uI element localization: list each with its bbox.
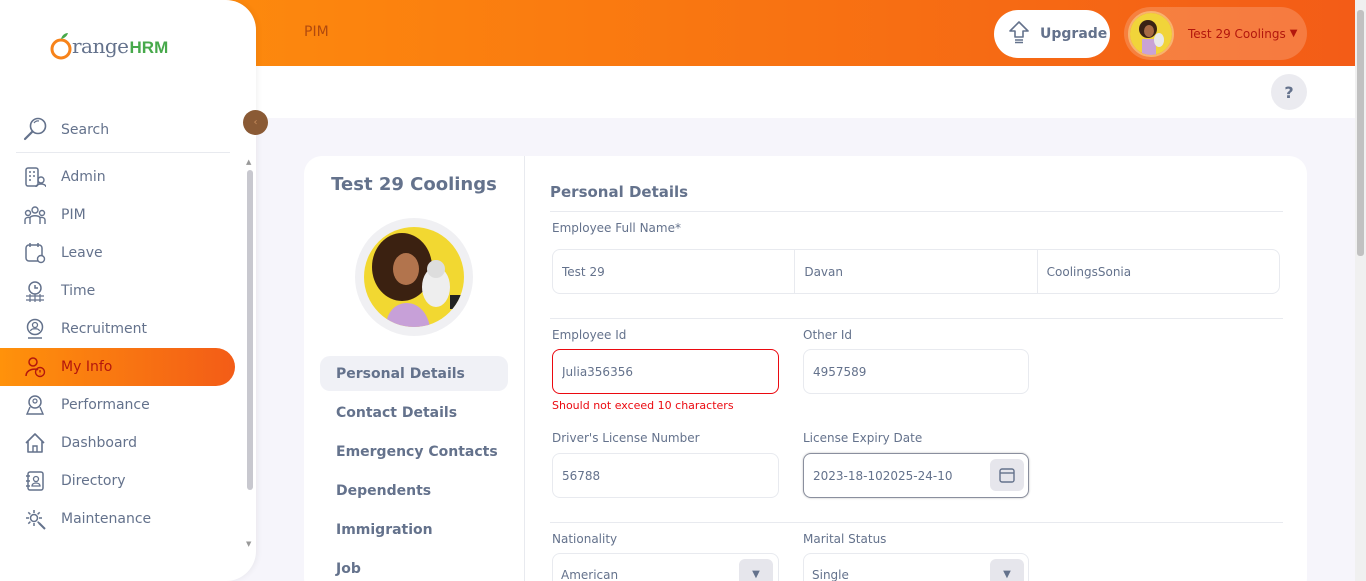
sidebar-item-performance[interactable]: Performance: [0, 386, 240, 424]
orange-logo-icon: [50, 32, 72, 60]
chevron-down-icon[interactable]: ▼: [990, 559, 1024, 581]
sidebar-item-dashboard[interactable]: Dashboard: [0, 424, 240, 462]
orangehrm-logo: range HRM: [50, 32, 169, 60]
nationality-label: Nationality: [552, 532, 618, 546]
sidebar-item-my-info[interactable]: My Info: [0, 348, 235, 386]
sidebar-scrollbar-thumb[interactable]: [247, 170, 253, 490]
sidebar-item-directory[interactable]: Directory: [0, 462, 240, 500]
calendar-icon[interactable]: [990, 459, 1024, 491]
upgrade-label: Upgrade: [1040, 26, 1108, 42]
scroll-down-icon[interactable]: ▼: [246, 540, 251, 548]
employee-id-error: Should not exceed 10 characters: [552, 399, 734, 412]
license-input[interactable]: [552, 453, 779, 498]
sidebar-item-label: PIM: [61, 207, 86, 223]
sidebar-item-label: Performance: [61, 397, 150, 413]
form-title: Personal Details: [550, 183, 689, 201]
sidebar-item-label: Maintenance: [61, 511, 152, 527]
page-scrollbar-thumb[interactable]: [1357, 10, 1364, 256]
marital-label: Marital Status: [803, 532, 887, 546]
admin-icon: [23, 165, 47, 189]
sidebar-collapse-button[interactable]: ‹: [243, 110, 268, 135]
myinfo-icon: [23, 355, 47, 379]
employee-id-label: Employee Id: [552, 328, 627, 342]
sidebar-item-label: Admin: [61, 169, 106, 185]
scroll-up-icon[interactable]: ▲: [246, 158, 251, 166]
sidebar-item-label: My Info: [61, 359, 113, 375]
caret-down-icon: ▼: [1289, 28, 1298, 39]
sidebar-nav: Admin PIM Leave Time Recruitment My Info…: [0, 158, 240, 538]
sidebar: range HRM Search Admin PIM Leave Time Re…: [0, 0, 256, 581]
tab-emergency-contacts[interactable]: Emergency Contacts: [320, 434, 508, 469]
user-avatar: [1128, 10, 1174, 57]
directory-icon: [23, 469, 47, 493]
tab-contact-details[interactable]: Contact Details: [320, 395, 508, 430]
pim-icon: [23, 203, 47, 227]
sidebar-item-label: Dashboard: [61, 435, 137, 451]
maintenance-icon: [23, 507, 47, 531]
other-id-label: Other Id: [803, 328, 853, 342]
recruitment-icon: [23, 317, 47, 341]
dashboard-icon: [23, 431, 47, 455]
sidebar-item-label: Recruitment: [61, 321, 148, 337]
sidebar-item-label: Time: [61, 283, 96, 299]
logo-hrm-text: HRM: [129, 38, 169, 57]
first-name-input[interactable]: [553, 250, 796, 293]
upgrade-button[interactable]: Upgrade: [994, 10, 1110, 58]
help-button[interactable]: ?: [1271, 74, 1307, 110]
chevron-down-icon[interactable]: ▼: [739, 559, 773, 581]
employee-id-input[interactable]: [552, 349, 779, 394]
full-name-group: [552, 249, 1280, 294]
employee-tabs: Personal Details Contact Details Emergen…: [320, 356, 508, 581]
nationality-value: American: [561, 568, 619, 581]
sidebar-item-time[interactable]: Time: [0, 272, 240, 310]
sidebar-item-label: Leave: [61, 245, 103, 261]
full-name-label: Employee Full Name*: [552, 221, 681, 235]
divider: [550, 318, 1283, 319]
sidebar-item-maintenance[interactable]: Maintenance: [0, 500, 240, 538]
expiry-label: License Expiry Date: [803, 431, 923, 445]
tab-dependents[interactable]: Dependents: [320, 473, 508, 508]
divider: [550, 211, 1283, 212]
leave-icon: [23, 241, 47, 265]
sidebar-item-pim[interactable]: PIM: [0, 196, 240, 234]
sidebar-item-admin[interactable]: Admin: [0, 158, 240, 196]
user-name: Test 29 Coolings: [1188, 26, 1286, 41]
search-label: Search: [61, 122, 110, 138]
search-icon: [23, 116, 51, 144]
sidebar-item-leave[interactable]: Leave: [0, 234, 240, 272]
upgrade-icon: [1008, 20, 1030, 48]
page-title: PIM: [304, 24, 329, 40]
performance-icon: [23, 393, 47, 417]
sidebar-item-label: Directory: [61, 473, 126, 489]
sidebar-search[interactable]: Search: [16, 108, 230, 153]
last-name-input[interactable]: [1037, 250, 1279, 293]
employee-avatar[interactable]: [355, 218, 473, 336]
divider: [550, 522, 1283, 523]
middle-name-input[interactable]: [795, 250, 1038, 293]
marital-value: Single: [812, 568, 849, 581]
other-id-input[interactable]: [803, 349, 1029, 394]
tab-job[interactable]: Job: [320, 551, 508, 581]
sub-header: [256, 66, 1355, 118]
time-icon: [23, 279, 47, 303]
tab-personal-details[interactable]: Personal Details: [320, 356, 508, 391]
chevron-left-icon: ‹: [253, 117, 258, 128]
logo-text: range: [72, 34, 129, 58]
user-dropdown[interactable]: Test 29 Coolings ▼: [1124, 7, 1307, 60]
employee-photo: [364, 227, 464, 327]
sidebar-item-recruitment[interactable]: Recruitment: [0, 310, 240, 348]
employee-name: Test 29 Coolings: [331, 174, 497, 195]
tab-immigration[interactable]: Immigration: [320, 512, 508, 547]
license-label: Driver's License Number: [552, 431, 700, 445]
